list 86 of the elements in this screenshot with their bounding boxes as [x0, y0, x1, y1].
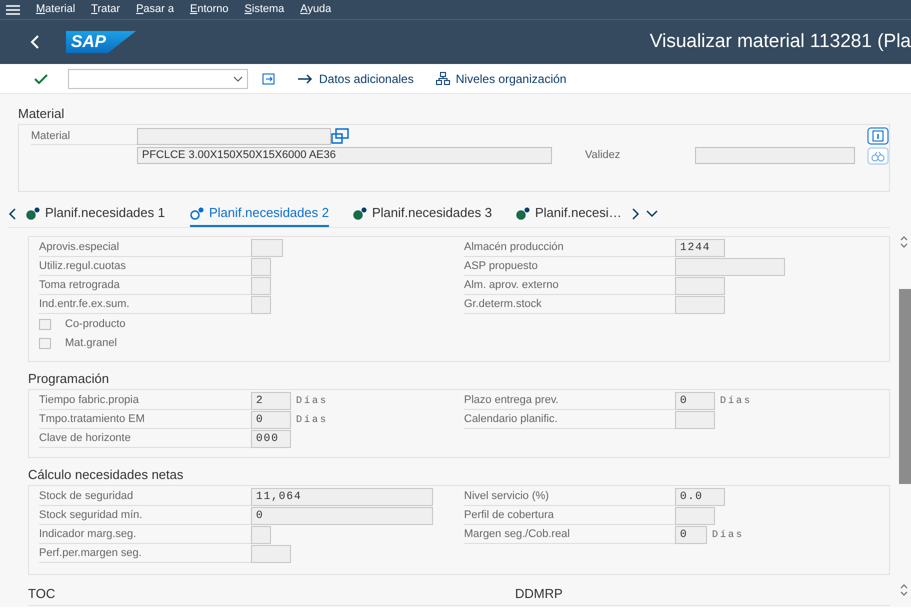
- menu-item[interactable]: Tratar: [91, 1, 120, 18]
- window-title: Visualizar material 113281 (Pla: [650, 30, 911, 54]
- field-label: Utiliz.regul.cuotas: [39, 258, 251, 276]
- tab[interactable]: Planif.necesi…: [516, 201, 622, 227]
- chevron-right-icon[interactable]: [630, 208, 640, 220]
- input-field[interactable]: [251, 296, 271, 314]
- menu-item[interactable]: Ayuda: [300, 1, 332, 18]
- menu-item[interactable]: Material: [36, 1, 76, 18]
- field-label: Alm. aprov. externo: [464, 277, 675, 295]
- checkbox-label: Co-producto: [65, 316, 126, 332]
- section-title: TOC: [28, 584, 56, 602]
- field-label: Toma retrograda: [39, 277, 251, 295]
- field-label: Aprovis.especial: [39, 239, 251, 257]
- export-icon[interactable]: [262, 72, 275, 84]
- check-icon[interactable]: [34, 74, 48, 84]
- menu-icon[interactable]: [6, 4, 20, 14]
- input-field[interactable]: [251, 239, 283, 257]
- command-field[interactable]: [68, 68, 248, 88]
- menu-item[interactable]: Pasar a: [136, 1, 174, 18]
- tab[interactable]: Planif.necesidades 1: [26, 201, 165, 227]
- input-field[interactable]: 2: [251, 392, 291, 410]
- scroll-arrows-icon[interactable]: [900, 236, 908, 248]
- input-field[interactable]: 0: [251, 411, 291, 429]
- field-label: Tmpo.tratamiento EM: [39, 411, 251, 429]
- hierarchy-icon: [436, 72, 450, 85]
- input-field[interactable]: 0.0: [675, 488, 725, 506]
- toolbar-button[interactable]: Datos adicionales: [297, 70, 414, 88]
- checkbox[interactable]: [39, 318, 51, 330]
- tab[interactable]: Planif.necesidades 2: [190, 201, 329, 227]
- field-label: Nivel servicio (%): [464, 488, 675, 506]
- scroll-arrows-icon[interactable]: [900, 584, 908, 596]
- unit-label: Días: [296, 414, 328, 428]
- input-field[interactable]: [251, 545, 291, 563]
- input-field[interactable]: 11,064: [251, 488, 433, 506]
- section-title: Programación: [28, 370, 110, 386]
- description-field: PFCLCE 3.00X150X50X15X6000 AE36: [137, 147, 552, 164]
- input-field[interactable]: [251, 277, 271, 295]
- chevron-down-icon[interactable]: [646, 209, 658, 219]
- tab[interactable]: Planif.necesidades 3: [352, 201, 492, 227]
- logo: SAP: [66, 31, 136, 53]
- unit-label: Días: [296, 394, 328, 408]
- glasses-icon[interactable]: [867, 146, 889, 164]
- field-label: Tiempo fabric.propia: [39, 392, 251, 410]
- input-field[interactable]: 000: [251, 430, 291, 448]
- unit-label: Días: [720, 394, 752, 408]
- toolbar-button[interactable]: Niveles organización: [436, 70, 566, 88]
- field-label: Almacén producción: [464, 239, 675, 257]
- menu-item[interactable]: Sistema: [244, 1, 284, 18]
- checkbox-label: Mat.granel: [65, 336, 117, 351]
- input-field[interactable]: [675, 277, 725, 295]
- input-field[interactable]: [675, 258, 785, 276]
- field-label: Stock de seguridad: [39, 488, 251, 506]
- chevron-left-icon[interactable]: [8, 208, 18, 220]
- input-field[interactable]: [251, 258, 271, 276]
- input-field[interactable]: [675, 411, 715, 429]
- unit-label: Días: [712, 528, 744, 542]
- field-label: Calendario planific.: [464, 411, 675, 429]
- input-field[interactable]: 1244: [675, 239, 725, 257]
- checkbox[interactable]: [39, 338, 51, 348]
- field-label: Plazo entrega prev.: [464, 392, 675, 410]
- field-label: Indicador marg.seg.: [39, 526, 251, 544]
- input-field[interactable]: 0: [675, 526, 707, 544]
- input-field[interactable]: [675, 507, 715, 525]
- field-label: ASP propuesto: [464, 258, 675, 276]
- input-field[interactable]: 0: [251, 507, 433, 525]
- material-field[interactable]: [137, 128, 331, 145]
- field-label: Gr.determ.stock: [464, 296, 675, 314]
- menu-item[interactable]: Entorno: [190, 1, 229, 18]
- caret-icon: [233, 76, 243, 82]
- input-field[interactable]: [251, 526, 271, 544]
- field-label: Stock seguridad mín.: [39, 507, 251, 525]
- back-icon[interactable]: [30, 35, 40, 49]
- field-label: Clave de horizonte: [39, 430, 251, 448]
- arrow-right-icon: [297, 74, 313, 84]
- info-icon[interactable]: [867, 126, 889, 144]
- field-label: Margen seg./Cob.real: [464, 526, 675, 544]
- section-title: Material: [18, 105, 66, 123]
- field-label: Ind.entr.fe.ex.sum.: [39, 296, 251, 314]
- field-label: Validez: [585, 148, 622, 164]
- field-label: Perfil de cobertura: [464, 507, 675, 525]
- copy-icon[interactable]: [331, 128, 349, 144]
- input-field[interactable]: 0: [675, 392, 715, 410]
- field-label: Perf.per.margen seg.: [39, 545, 251, 563]
- section-title: DDMRP: [515, 584, 563, 602]
- input-field[interactable]: [675, 296, 725, 314]
- section-title: Cálculo necesidades netas: [28, 466, 184, 482]
